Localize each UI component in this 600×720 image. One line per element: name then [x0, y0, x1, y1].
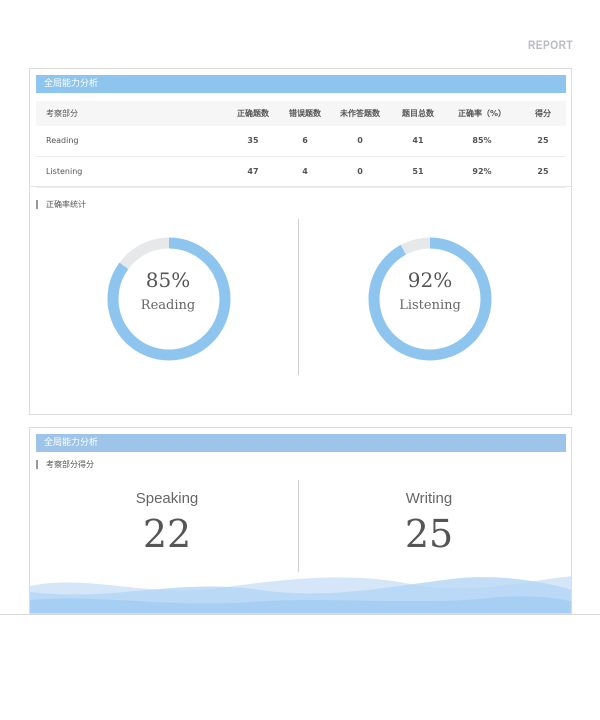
section-scores-label: 考察部分得分 [36, 460, 94, 469]
row-accuracy: 92% [472, 167, 492, 176]
writing-label: Writing [405, 490, 453, 507]
col-accuracy: 正确率（%） [457, 109, 507, 118]
section-divider [30, 186, 573, 187]
row-wrong: 6 [302, 136, 308, 145]
row-score[interactable]: 25 [537, 157, 548, 187]
row-section: Reading [46, 136, 79, 145]
section-scores-card: 全局能力分析 考察部分得分 Speaking 22 Writing 25 [29, 427, 572, 614]
row-correct: 47 [247, 167, 259, 176]
reading-donut-label: Reading [140, 298, 196, 313]
results-table: 考察部分 正确题数 错误题数 未作答题数 题目总数 正确率（%） 得分 Read… [36, 101, 566, 188]
overall-analysis-card: 全局能力分析 考察部分 正确题数 错误题数 未作答题数 题目总数 正确率（%） … [29, 68, 573, 415]
col-wrong: 错误题数 [289, 109, 321, 118]
row-score[interactable]: 25 [537, 126, 548, 156]
speaking-label: Speaking [135, 490, 199, 507]
speaking-score: 22 [142, 512, 192, 556]
col-correct: 正确题数 [237, 109, 269, 118]
row-unanswered: 0 [357, 167, 363, 176]
row-wrong: 4 [302, 167, 308, 176]
table-row: Listening 47 4 0 51 92% 25 [36, 157, 566, 188]
overall-analysis-title: 全局能力分析 [36, 75, 566, 93]
reading-accuracy-percent: 85% [145, 268, 191, 292]
row-unanswered: 0 [357, 136, 363, 145]
clipped-row-residue [0, 614, 600, 623]
accuracy-stats-label: 正确率统计 [36, 200, 86, 209]
listening-donut-label: Listening [399, 298, 461, 313]
table-header: 考察部分 正确题数 错误题数 未作答题数 题目总数 正确率（%） 得分 [36, 101, 566, 126]
listening-accuracy-percent: 92% [407, 268, 453, 292]
table-row: Reading 35 6 0 41 85% 25 [36, 126, 566, 157]
col-total: 题目总数 [402, 109, 434, 118]
report-label: REPORT [528, 38, 574, 52]
writing-score: 25 [404, 512, 454, 556]
col-score: 得分 [535, 109, 551, 118]
row-total: 41 [412, 136, 424, 145]
row-correct: 35 [247, 136, 259, 145]
decorative-wave [30, 576, 571, 613]
row-section: Listening [46, 167, 83, 176]
row-accuracy: 85% [472, 136, 492, 145]
row-total: 51 [412, 167, 424, 176]
donut-divider [298, 219, 299, 375]
section-scores-title: 全局能力分析 [36, 434, 566, 452]
col-unanswered: 未作答题数 [340, 109, 380, 118]
score-divider [298, 480, 299, 572]
col-section: 考察部分 [46, 109, 78, 118]
